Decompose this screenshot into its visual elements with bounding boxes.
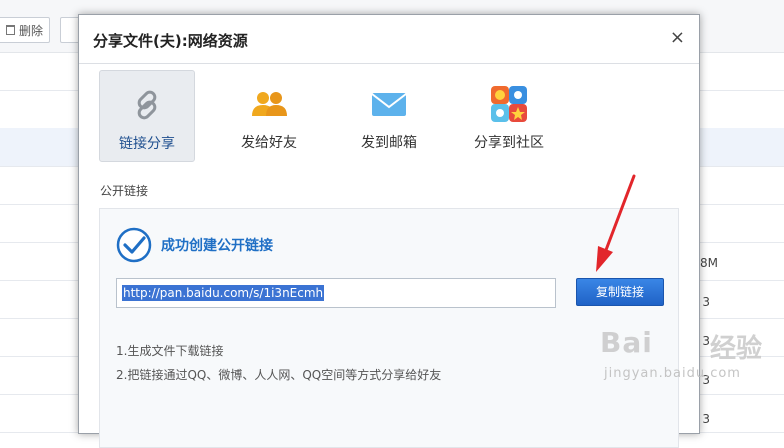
tip-line: 1.生成文件下载链接 (116, 344, 224, 358)
community-icon (491, 86, 527, 122)
friends-icon (252, 92, 287, 116)
watermark-brand-cn: 经验 (710, 334, 763, 364)
section-label: 公开链接 (100, 184, 149, 198)
public-link-panel: 成功创建公开链接 http://pan.baidu.com/s/1i3nEcmh… (99, 208, 679, 448)
check-circle-icon (116, 227, 152, 263)
file-size: 3 (702, 412, 710, 426)
file-size: 3 (702, 295, 710, 309)
dialog-header: 分享文件(夫):网络资源 × (79, 15, 699, 64)
toolbar-button[interactable] (60, 17, 80, 43)
dialog-title: 分享文件(夫):网络资源 (93, 32, 248, 50)
delete-button[interactable]: 删除 (0, 17, 50, 43)
delete-label: 删除 (18, 23, 43, 38)
tab-label: 链接分享 (119, 136, 175, 152)
tab-link-share[interactable]: 链接分享 (99, 70, 195, 162)
watermark-url: jingyan.baidu.com (604, 366, 741, 381)
tab-label: 分享到社区 (474, 135, 544, 151)
tab-label: 发到邮箱 (361, 135, 417, 151)
baidu-jingyan-watermark: Bai 经验 jingyan.baidu.com (600, 326, 770, 406)
tab-send-friends[interactable]: 发给好友 (221, 70, 317, 162)
file-size: 8M (700, 256, 718, 270)
share-tabs: 链接分享 发给好友 发到邮箱 分享到社区 (99, 70, 679, 162)
mail-icon (371, 93, 407, 116)
success-message: 成功创建公开链接 (161, 238, 273, 254)
trash-icon (5, 25, 15, 35)
watermark-brand: Bai (600, 326, 653, 359)
share-link-text[interactable]: http://pan.baidu.com/s/1i3nEcmh (122, 285, 325, 301)
tip-line: 2.把链接通过QQ、微博、人人网、QQ空间等方式分享给好友 (116, 368, 442, 382)
link-icon (137, 90, 157, 120)
tab-send-email[interactable]: 发到邮箱 (341, 70, 437, 162)
tab-label: 发给好友 (241, 135, 297, 151)
copy-link-button[interactable]: 复制链接 (576, 278, 664, 306)
tab-share-community[interactable]: 分享到社区 (461, 70, 557, 162)
close-icon[interactable]: × (670, 27, 685, 49)
